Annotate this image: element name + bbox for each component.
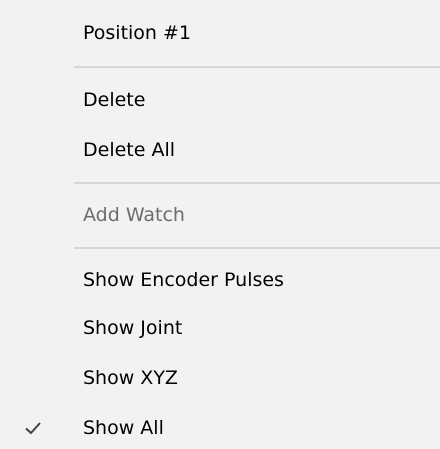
menu-item-label: Delete (83, 88, 146, 111)
menu-item-label: Show All (83, 416, 164, 439)
checkmark-icon (24, 419, 42, 437)
menu-item-label: Delete All (83, 138, 176, 161)
menu-item-label: Add Watch (83, 203, 185, 226)
menu-item-show-encoder-pulses[interactable]: Show Encoder Pulses (0, 258, 440, 302)
menu-item-delete[interactable]: Delete (0, 78, 440, 122)
menu-separator (74, 66, 440, 68)
menu-item-delete-all[interactable]: Delete All (0, 128, 440, 172)
menu-item-position-1[interactable]: Position #1 (0, 11, 440, 55)
menu-item-label: Show Encoder Pulses (83, 268, 284, 291)
menu-item-label: Position #1 (83, 21, 192, 44)
menu-item-show-all[interactable]: Show All (0, 406, 440, 449)
menu-item-show-xyz[interactable]: Show XYZ (0, 356, 440, 400)
menu-separator (74, 247, 440, 249)
menu-item-label: Show Joint (83, 316, 183, 339)
menu-item-label: Show XYZ (83, 366, 178, 389)
menu-item-add-watch: Add Watch (0, 193, 440, 237)
menu-separator (74, 182, 440, 184)
context-menu: Position #1 Delete Delete All Add Watch … (0, 0, 440, 449)
menu-item-show-joint[interactable]: Show Joint (0, 306, 440, 350)
